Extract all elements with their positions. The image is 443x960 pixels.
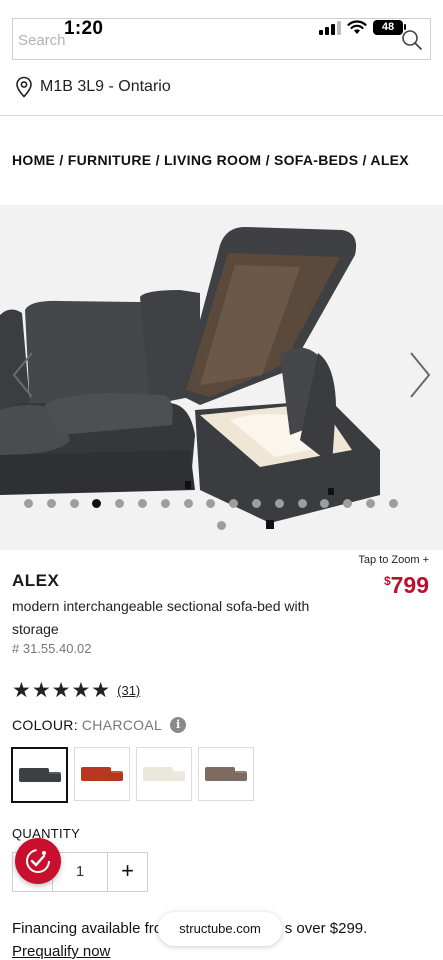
colour-swatch-cream[interactable] <box>136 747 192 801</box>
sofa-thumbnail-icon <box>18 768 61 782</box>
status-time: 1:20 <box>64 18 104 39</box>
carousel-dot[interactable] <box>388 499 398 508</box>
breadcrumb-separator: / <box>261 152 274 168</box>
sofa-thumbnail-icon <box>81 767 123 781</box>
product-rating[interactable]: ★★★★★ (31) <box>12 680 140 701</box>
delivery-location[interactable]: M1B 3L9 - Ontario <box>14 76 171 98</box>
product-name: ALEX <box>12 571 60 590</box>
browser-url-bar[interactable]: structube.com <box>158 912 282 946</box>
quantity-value[interactable]: 1 <box>53 853 107 891</box>
carousel-dot[interactable] <box>252 499 261 508</box>
carousel-dot[interactable] <box>160 499 170 508</box>
breadcrumb: HOME / FURNITURE / LIVING ROOM / SOFA-BE… <box>12 152 409 168</box>
location-pin-icon <box>16 76 32 98</box>
cellular-signal-icon <box>319 20 341 35</box>
product-image <box>0 227 380 529</box>
breadcrumb-furniture[interactable]: FURNITURE <box>68 152 152 168</box>
product-price: $799 <box>384 572 429 599</box>
prequalify-link[interactable]: Prequalify now <box>12 943 110 960</box>
carousel-dot[interactable] <box>297 499 307 508</box>
sofa-thumbnail-icon <box>143 767 185 781</box>
selected-colour: CHARCOAL <box>81 717 163 733</box>
chevron-right-icon[interactable] <box>405 350 435 400</box>
info-icon[interactable]: i <box>170 717 187 733</box>
quantity-increase-button[interactable]: + <box>107 853 147 891</box>
header-divider <box>0 115 443 116</box>
product-description: modern interchangeable sectional sofa-be… <box>12 598 310 637</box>
search-input[interactable]: Search <box>18 32 66 49</box>
review-count-link[interactable]: (31) <box>117 683 140 698</box>
financing-text-start: Financing available from <box>12 920 179 937</box>
carousel-dot[interactable] <box>138 499 147 508</box>
breadcrumb-separator: / <box>55 152 68 168</box>
tap-to-zoom-hint[interactable]: Tap to Zoom + <box>358 554 429 566</box>
breadcrumb-sofa-beds[interactable]: SOFA-BEDS <box>274 152 358 168</box>
status-icons: 48 <box>319 20 406 35</box>
product-sku: # 31.55.40.02 <box>12 641 92 656</box>
colour-swatch-charcoal[interactable] <box>11 747 68 803</box>
breadcrumb-separator: / <box>151 152 164 168</box>
carousel-dot[interactable] <box>217 521 226 530</box>
carousel-dot[interactable] <box>274 499 284 508</box>
breadcrumb-living-room[interactable]: LIVING ROOM <box>164 152 261 168</box>
carousel-dot[interactable] <box>183 499 193 508</box>
carousel-dot[interactable] <box>366 499 375 508</box>
sofa-thumbnail-icon <box>205 767 247 781</box>
chevron-left-icon[interactable] <box>8 350 38 400</box>
breadcrumb-home[interactable]: HOME <box>12 152 55 168</box>
colour-swatch-taupe[interactable] <box>198 747 254 801</box>
breadcrumb-separator: / <box>358 152 371 168</box>
colour-swatches <box>11 747 254 803</box>
breadcrumb-current: ALEX <box>370 152 409 168</box>
location-text: M1B 3L9 - Ontario <box>40 78 171 95</box>
price-value: 799 <box>390 572 429 598</box>
battery-icon: 48 <box>373 20 406 35</box>
accessibility-widget-button[interactable] <box>15 838 61 884</box>
accessibility-icon <box>26 849 50 873</box>
financing-text-end: s over $299. <box>284 920 368 937</box>
search-icon[interactable] <box>400 28 424 52</box>
colour-swatch-red[interactable] <box>74 747 130 801</box>
wifi-icon <box>347 20 367 34</box>
carousel-dot[interactable] <box>46 499 56 508</box>
carousel-dot[interactable] <box>69 499 79 508</box>
product-image-carousel[interactable] <box>0 205 443 550</box>
colour-label: COLOUR: <box>12 717 78 733</box>
carousel-dot[interactable] <box>24 499 33 508</box>
currency-symbol: $ <box>383 574 391 588</box>
star-rating-icon: ★★★★★ <box>12 679 112 702</box>
colour-selector-label: COLOUR: CHARCOAL i <box>12 717 187 733</box>
